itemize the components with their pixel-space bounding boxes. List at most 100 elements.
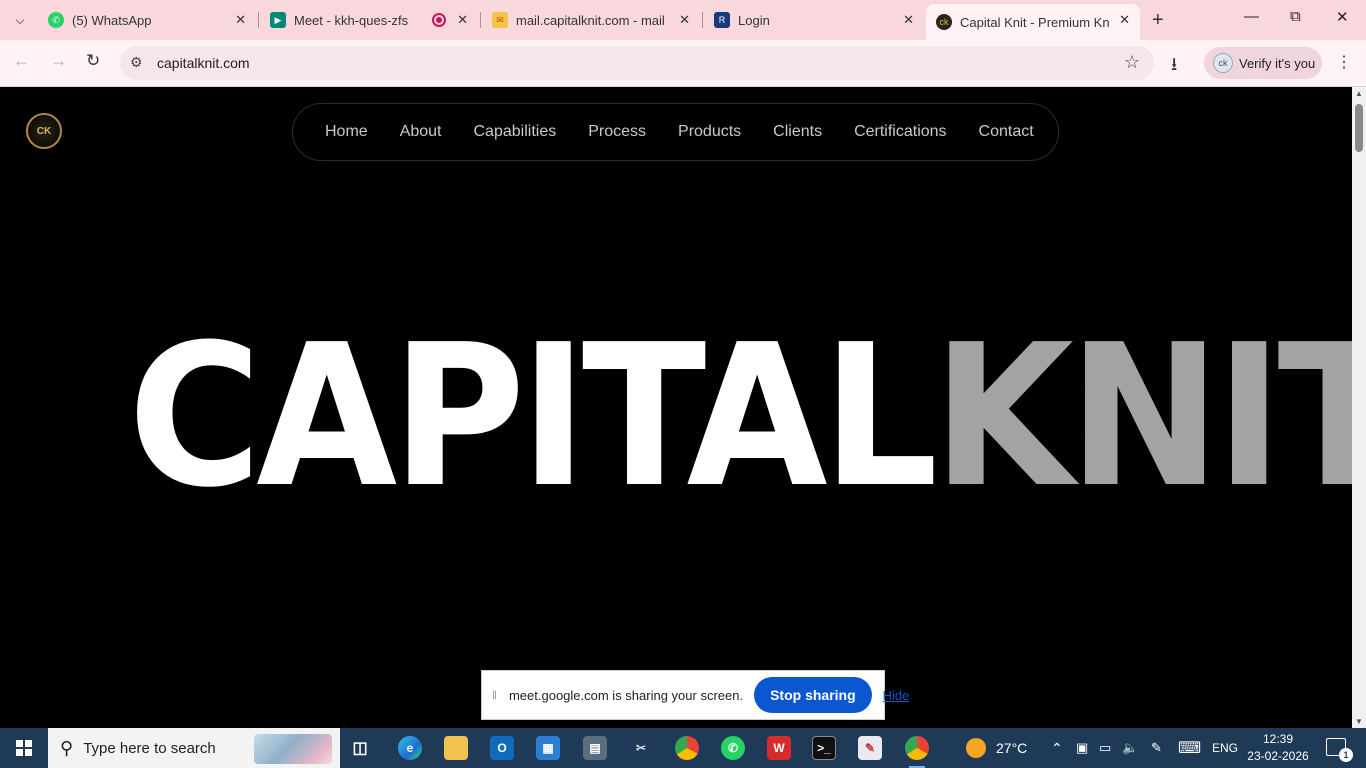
page-scrollbar[interactable]: ▲ ▼	[1352, 87, 1366, 728]
tab-title: Capital Knit - Premium Knitw	[960, 14, 1110, 30]
scroll-down-icon[interactable]: ▼	[1355, 717, 1363, 726]
nav-process[interactable]: Process	[572, 123, 662, 141]
drag-handle-icon[interactable]: ‖	[492, 688, 497, 702]
search-highlight-image	[254, 734, 332, 764]
network-icon[interactable]: ▭	[1099, 728, 1111, 768]
chevron-down-icon: ⌵	[15, 12, 25, 27]
nav-contact[interactable]: Contact	[963, 123, 1050, 141]
tab-strip: ⌵ ✆ (5) WhatsApp ✕ ▶ Meet - kkh-ques-zfs…	[0, 0, 1366, 40]
tab-whatsapp[interactable]: ✆ (5) WhatsApp ✕	[38, 4, 256, 36]
scrollbar-thumb[interactable]	[1355, 104, 1363, 152]
paint-app-icon[interactable]: ✎	[858, 736, 882, 760]
back-icon[interactable]: ←	[13, 51, 30, 71]
close-tab-icon[interactable]: ✕	[903, 12, 914, 28]
search-icon: ⚲	[60, 737, 74, 758]
restore-icon[interactable]: ⧉	[1290, 8, 1301, 25]
close-tab-icon[interactable]: ✕	[1119, 12, 1130, 28]
recording-icon	[432, 13, 446, 27]
screen-share-bar: ‖ meet.google.com is sharing your screen…	[481, 670, 909, 720]
tab-mail[interactable]: ✉ mail.capitalknit.com - mail U ✕	[482, 4, 700, 36]
windows-logo-icon	[16, 740, 32, 756]
nav-about[interactable]: About	[384, 123, 458, 141]
capitalknit-icon: ck	[936, 14, 952, 30]
meet-icon: ▶	[270, 12, 286, 28]
tab-login[interactable]: R Login ✕	[704, 4, 924, 36]
capitalknit-logo[interactable]: CK	[26, 113, 62, 149]
time-text: 12:39	[1262, 732, 1294, 746]
bookmark-star-icon[interactable]: ☆	[1124, 52, 1140, 73]
verify-label: Verify it's you	[1239, 55, 1316, 71]
nav-certifications[interactable]: Certifications	[838, 123, 962, 141]
show-hidden-icons-icon[interactable]: ⌃	[1051, 728, 1063, 768]
snipping-tool-icon[interactable]: ✂	[629, 736, 653, 760]
hero-word-knit: KNIT	[932, 303, 1352, 531]
hero-word-capital: CAPITAL	[128, 303, 938, 531]
tab-divider	[480, 12, 481, 28]
keyboard-icon[interactable]: ⌨	[1178, 728, 1201, 768]
tab-search-button[interactable]: ⌵	[8, 8, 32, 32]
volume-muted-icon[interactable]: 🔈	[1122, 728, 1138, 768]
url-text[interactable]: capitalknit.com	[157, 55, 250, 71]
more-menu-icon[interactable]: ⋮	[1336, 52, 1352, 72]
hide-link[interactable]: Hide	[883, 688, 910, 703]
weather-temp: 27°C	[996, 740, 1028, 756]
logo-text: CK	[36, 125, 52, 137]
wps-office-icon[interactable]: W	[767, 736, 791, 760]
windows-taskbar: ⚲ Type here to search ◫ e O ▦ ▤ ✂ ✆ W >_…	[0, 728, 1366, 768]
chrome-icon[interactable]	[675, 736, 699, 760]
whatsapp-icon: ✆	[48, 12, 64, 28]
notification-count: 1	[1339, 748, 1353, 762]
task-view-icon[interactable]: ◫	[348, 736, 372, 760]
address-bar[interactable]: ⚙ capitalknit.com ☆	[120, 46, 1154, 80]
minimize-icon[interactable]: —	[1244, 8, 1259, 25]
forward-icon[interactable]: →	[50, 51, 67, 71]
terminal-icon[interactable]: >_	[812, 736, 836, 760]
tab-capitalknit[interactable]: ck Capital Knit - Premium Knitw ✕	[926, 4, 1140, 40]
tab-title: Login	[738, 12, 770, 28]
weather-widget[interactable]: 27°C	[966, 728, 1027, 768]
stop-sharing-button[interactable]: Stop sharing	[754, 677, 872, 713]
reload-icon[interactable]: ↻	[86, 51, 100, 71]
start-button[interactable]	[0, 728, 48, 768]
close-window-icon[interactable]: ✕	[1336, 8, 1349, 26]
clock[interactable]: 12:39 23-02-2026	[1240, 731, 1316, 765]
search-placeholder: Type here to search	[83, 739, 216, 757]
edge-icon[interactable]: e	[398, 736, 422, 760]
sun-icon	[966, 738, 986, 758]
nav-capabilities[interactable]: Capabilities	[458, 123, 573, 141]
tab-divider	[258, 12, 259, 28]
tab-title: Meet - kkh-ques-zfs	[294, 12, 409, 28]
taskbar-search[interactable]: ⚲ Type here to search	[48, 728, 340, 768]
login-icon: R	[714, 12, 730, 28]
verify-profile-button[interactable]: ck Verify it's you	[1204, 47, 1322, 79]
outlook-icon[interactable]: O	[490, 736, 514, 760]
site-info-icon[interactable]: ⚙	[130, 54, 143, 71]
tab-title: (5) WhatsApp	[72, 12, 152, 28]
share-message: meet.google.com is sharing your screen.	[508, 687, 744, 703]
site-nav: Home About Capabilities Process Products…	[292, 103, 1059, 161]
scroll-up-icon[interactable]: ▲	[1355, 89, 1363, 98]
nav-clients[interactable]: Clients	[757, 123, 838, 141]
store-icon[interactable]: ▦	[536, 736, 560, 760]
hero-title: CAPITALKNIT	[128, 317, 1352, 517]
download-icon[interactable]: ⭳	[1171, 52, 1177, 82]
close-tab-icon[interactable]: ✕	[235, 12, 246, 28]
date-text: 23-02-2026	[1247, 749, 1309, 763]
chrome-profile-icon[interactable]	[905, 736, 929, 768]
new-tab-icon[interactable]: +	[1152, 9, 1164, 32]
browser-toolbar: ← → ↻ ⚙ capitalknit.com ☆ ⭳ ck Verify it…	[0, 40, 1366, 87]
notification-icon[interactable]: 1	[1326, 738, 1353, 762]
nav-products[interactable]: Products	[662, 123, 757, 141]
nav-home[interactable]: Home	[309, 123, 384, 141]
close-tab-icon[interactable]: ✕	[457, 12, 468, 28]
file-explorer-icon[interactable]	[444, 736, 468, 760]
pen-icon[interactable]: ✎	[1151, 728, 1162, 768]
language-indicator[interactable]: ENG	[1212, 728, 1238, 768]
tab-divider	[702, 12, 703, 28]
close-tab-icon[interactable]: ✕	[679, 12, 690, 28]
calculator-icon[interactable]: ▤	[583, 736, 607, 760]
whatsapp-taskbar-icon[interactable]: ✆	[721, 736, 745, 760]
meet-tray-icon[interactable]: ▣	[1076, 728, 1088, 768]
web-page: CK Home About Capabilities Process Produ…	[0, 87, 1352, 728]
tab-meet[interactable]: ▶ Meet - kkh-ques-zfs ✕	[260, 4, 478, 36]
